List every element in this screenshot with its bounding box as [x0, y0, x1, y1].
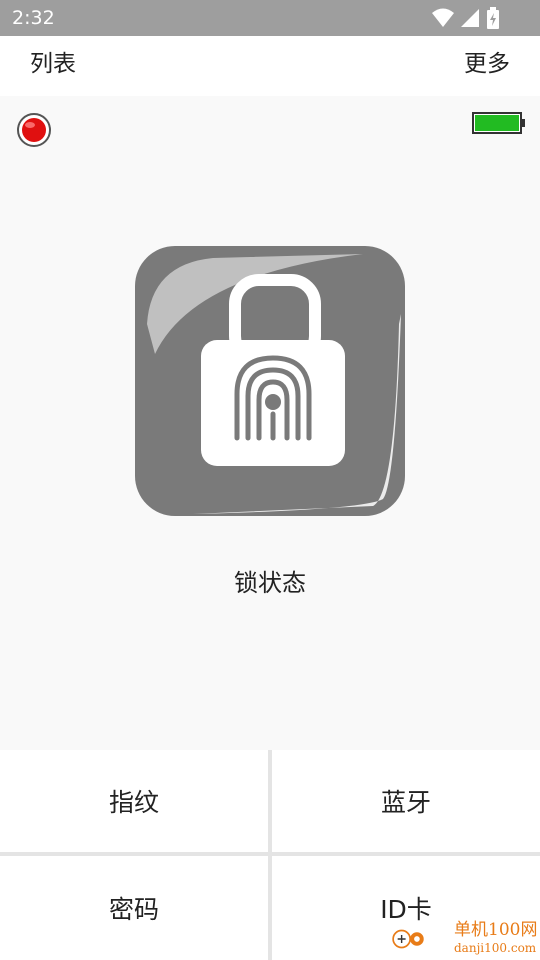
- connection-indicator-icon: [17, 113, 51, 147]
- lock-status-panel: 锁状态: [0, 96, 540, 750]
- fingerprint-lock-icon[interactable]: [133, 244, 407, 518]
- battery-level-icon: [472, 112, 525, 134]
- watermark-logo-icon: [392, 929, 424, 949]
- password-button[interactable]: 密码: [0, 856, 268, 960]
- battery-status-icon: [487, 7, 499, 29]
- wifi-icon: [432, 8, 454, 27]
- status-time: 2:32: [12, 7, 55, 29]
- watermark-title: 单机100网: [454, 920, 538, 940]
- top-bar: 列表 更多: [0, 36, 540, 96]
- status-icons: [432, 7, 500, 29]
- lock-status-label: 锁状态: [234, 569, 306, 597]
- watermark-url: danji100.com: [454, 941, 537, 955]
- fingerprint-button[interactable]: 指纹: [0, 750, 268, 852]
- cellular-signal-icon: [461, 9, 479, 27]
- bluetooth-button[interactable]: 蓝牙: [272, 750, 540, 852]
- status-bar: 2:32: [0, 0, 540, 36]
- more-button[interactable]: 更多: [464, 48, 510, 80]
- watermark: 单机100网 danji100.com: [392, 918, 540, 960]
- list-button[interactable]: 列表: [30, 48, 76, 80]
